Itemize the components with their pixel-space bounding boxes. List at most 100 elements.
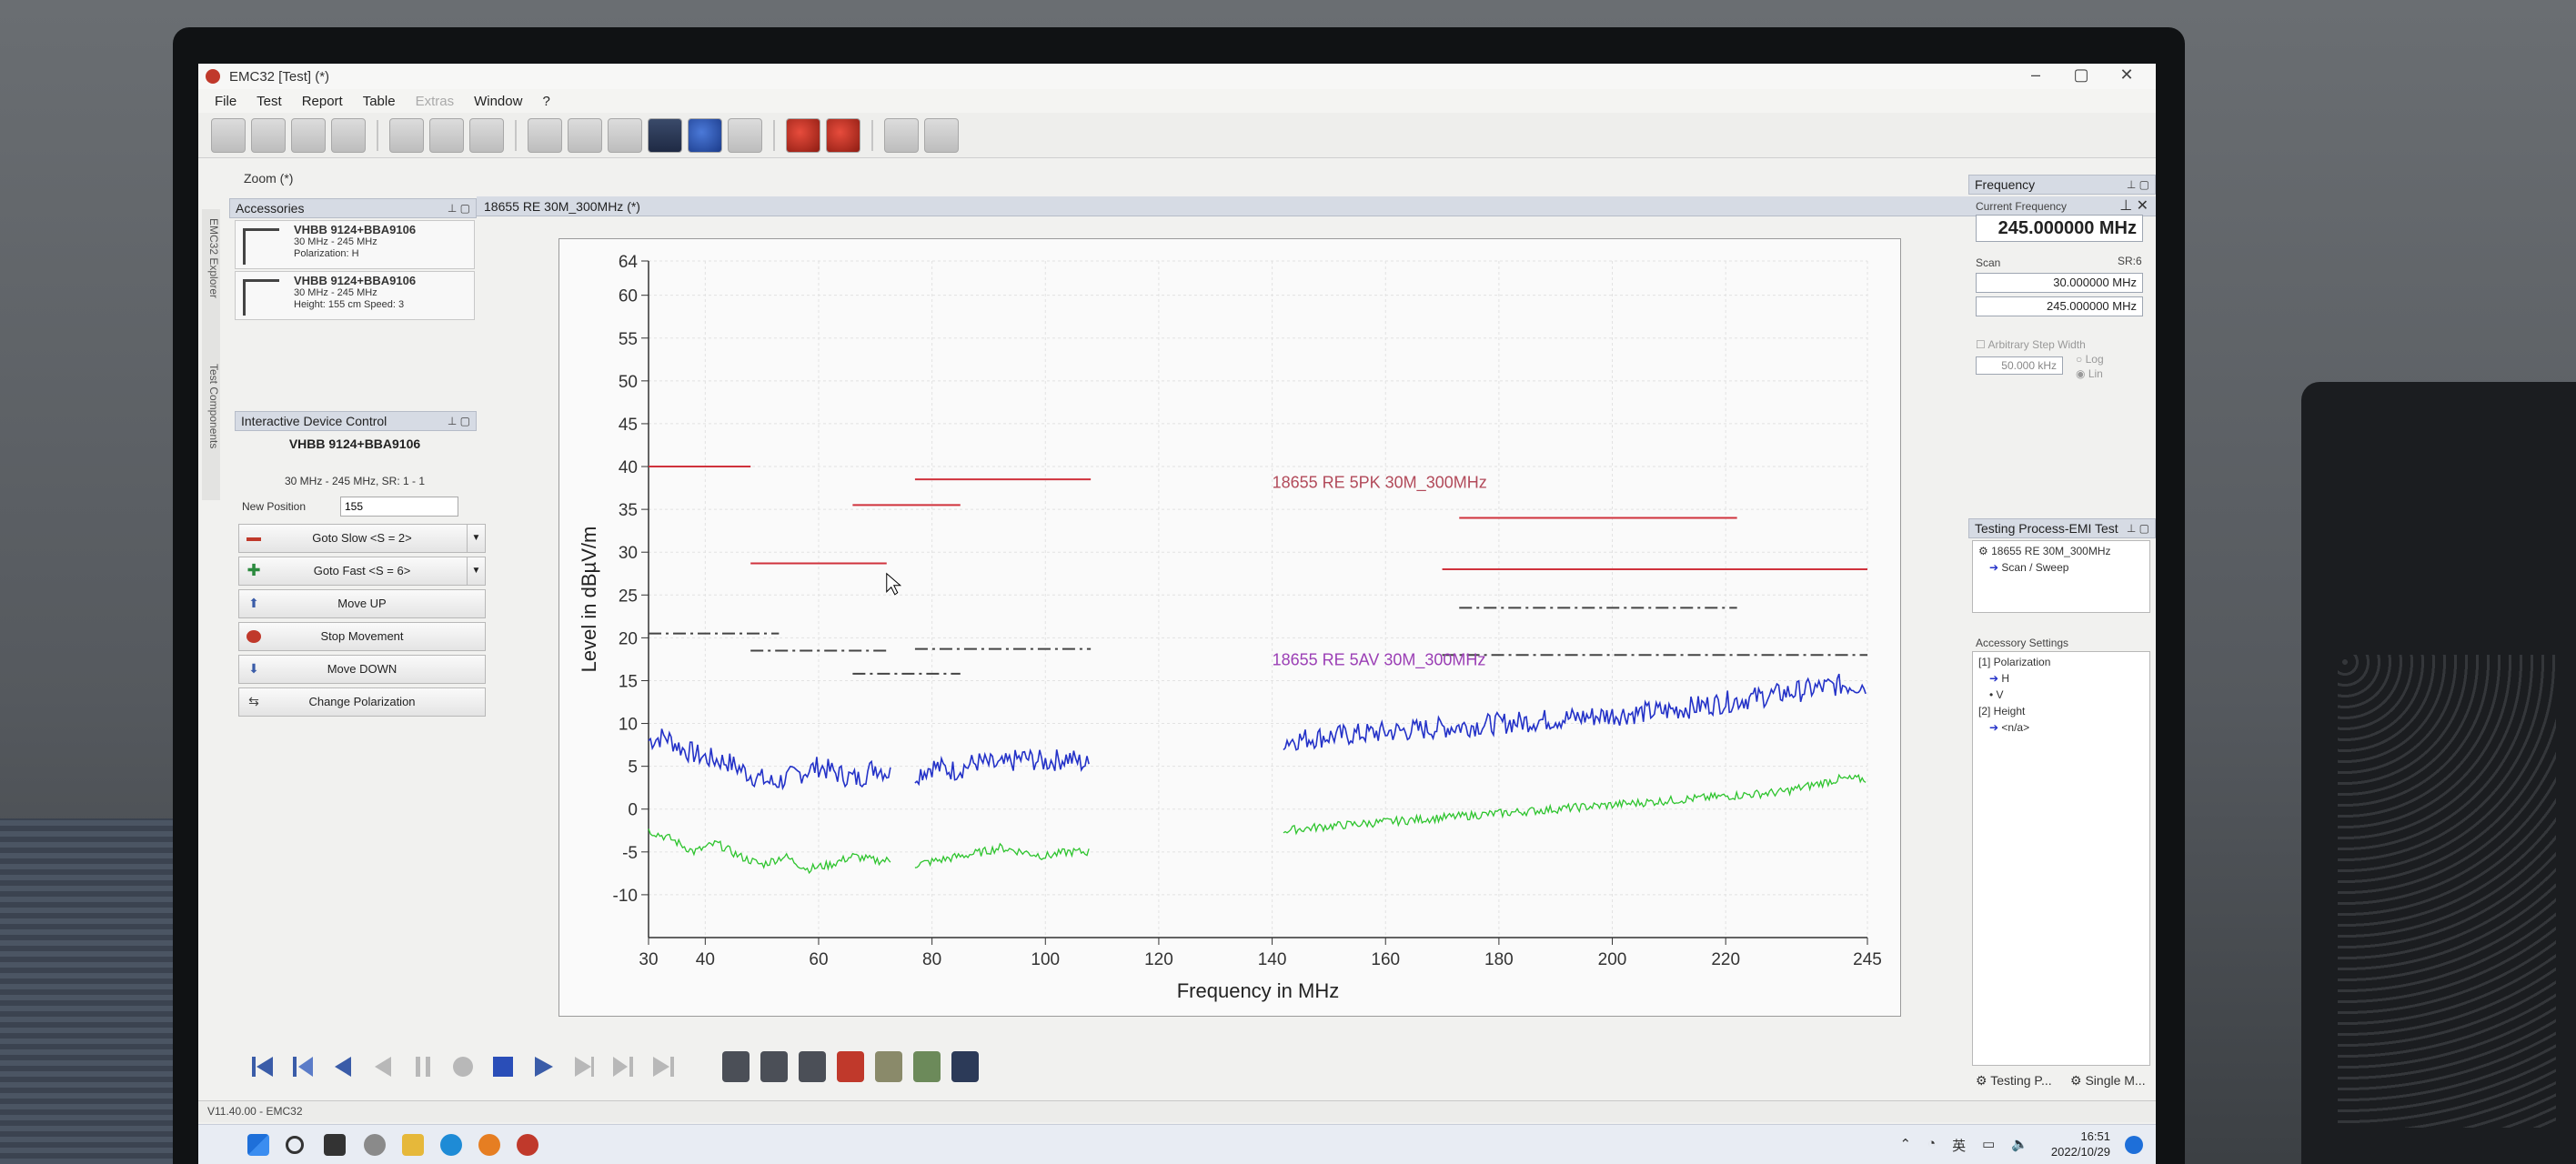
task-view-icon[interactable]: [324, 1134, 346, 1156]
refresh-icon[interactable]: [722, 1051, 750, 1082]
scan-start-field[interactable]: 30.000000 MHz: [1976, 273, 2143, 293]
h-label: H: [2001, 672, 2010, 685]
goto-fast-button[interactable]: ✚ Goto Fast <S = 6> ▼: [238, 557, 486, 586]
menu-extras[interactable]: Extras: [416, 94, 455, 109]
x-tick-label: 100: [1031, 950, 1060, 969]
display-icon[interactable]: ▭: [1982, 1136, 1995, 1155]
position-input[interactable]: 155: [340, 497, 458, 517]
tab-testing-process[interactable]: ⚙ Testing P...: [1976, 1073, 2052, 1089]
tools-icon[interactable]: [884, 117, 919, 153]
device-monitor-icon[interactable]: [648, 117, 682, 153]
pin-icon[interactable]: ⊥ ▢: [448, 199, 470, 217]
stop-movement-button[interactable]: Stop Movement: [238, 622, 486, 651]
widgets-icon[interactable]: [364, 1134, 386, 1156]
filter-icon[interactable]: [875, 1051, 902, 1082]
play-icon[interactable]: [529, 1053, 557, 1080]
close-icon[interactable]: ✕: [2108, 65, 2145, 85]
forward-disabled-icon[interactable]: [569, 1053, 597, 1080]
database-icon[interactable]: [528, 117, 562, 153]
info-database-icon[interactable]: [688, 117, 722, 153]
tab-single-measurement[interactable]: ⚙ Single M...: [2070, 1073, 2146, 1089]
add-filter-icon[interactable]: [913, 1051, 941, 1082]
pin-icon[interactable]: ⊥ ▢: [448, 412, 470, 430]
start-icon[interactable]: [247, 1134, 269, 1156]
print-icon[interactable]: [429, 117, 464, 153]
delete-icon[interactable]: [837, 1051, 864, 1082]
database-edit-icon[interactable]: [568, 117, 602, 153]
cycle-icon[interactable]: [760, 1051, 788, 1082]
step-forward-icon[interactable]: [609, 1053, 637, 1080]
record-icon[interactable]: [449, 1053, 477, 1080]
rewind-icon[interactable]: [329, 1053, 357, 1080]
tab-test-components[interactable]: Test Components: [202, 364, 220, 448]
menu-window[interactable]: Window: [474, 94, 522, 109]
tree-item-test[interactable]: ⚙ 18655 RE 30M_300MHz: [1978, 543, 2111, 559]
new-icon[interactable]: [211, 117, 246, 153]
graph-tab[interactable]: 18655 RE 30M_300MHz (*) ⊥ ✕: [477, 196, 2156, 216]
stop-icon[interactable]: [489, 1053, 517, 1080]
lin-radio[interactable]: ◉ Lin: [2076, 367, 2103, 380]
step-two-icon[interactable]: [826, 117, 860, 153]
maximize-icon[interactable]: ▢: [2063, 65, 2099, 85]
monitor-icon[interactable]: [951, 1051, 979, 1082]
ime-indicator[interactable]: 英: [1952, 1136, 1966, 1155]
chevron-down-icon[interactable]: ▼: [467, 557, 485, 585]
menu-report[interactable]: Report: [302, 94, 343, 109]
chevron-down-icon[interactable]: ▼: [467, 525, 485, 552]
step-one-icon[interactable]: [786, 117, 820, 153]
clock[interactable]: 16:51 2022/10/29: [2051, 1129, 2110, 1159]
move-up-button[interactable]: ⬆ Move UP: [238, 589, 486, 618]
search-icon[interactable]: [286, 1136, 304, 1154]
accessory-item[interactable]: VHBB 9124+BBA9106 30 MHz - 245 MHz Polar…: [235, 220, 475, 269]
scan-stop-field[interactable]: 245.000000 MHz: [1976, 296, 2143, 316]
volume-icon[interactable]: 🔈: [2011, 1136, 2028, 1155]
database-list-icon[interactable]: [608, 117, 642, 153]
step-width-field[interactable]: 50.000 kHz: [1976, 356, 2063, 375]
idc-header: Interactive Device Control ⊥ ▢: [235, 411, 477, 431]
arbitrary-step-checkbox[interactable]: ☐ Arbitrary Step Width: [1976, 338, 2086, 351]
file-explorer-icon[interactable]: [402, 1134, 424, 1156]
goto-slow-button[interactable]: Goto Slow <S = 2> ▼: [238, 524, 486, 553]
tree-v[interactable]: • V: [1989, 687, 2004, 703]
emc32-task-icon[interactable]: [517, 1134, 538, 1156]
tree-h[interactable]: ➔ H: [1989, 670, 2009, 687]
notification-icon[interactable]: [2125, 1136, 2143, 1154]
pin-icon[interactable]: ⊥ ▢: [2127, 519, 2149, 537]
accessory-item[interactable]: VHBB 9124+BBA9106 30 MHz - 245 MHz Heigh…: [235, 271, 475, 320]
menu-help[interactable]: ?: [542, 94, 549, 109]
minimize-icon[interactable]: –: [2018, 65, 2054, 85]
step-back-icon[interactable]: [289, 1053, 317, 1080]
image-icon[interactable]: [389, 117, 424, 153]
close-tab-icon[interactable]: ⊥ ✕: [2119, 196, 2148, 216]
change-polarization-button[interactable]: ⇆ Change Polarization: [238, 687, 486, 717]
list-icon[interactable]: [291, 117, 326, 153]
move-down-button[interactable]: ⬇ Move DOWN: [238, 655, 486, 684]
clipboard-icon[interactable]: [799, 1051, 826, 1082]
menu-table[interactable]: Table: [363, 94, 396, 109]
tree-na[interactable]: ➔ <n/a>: [1989, 719, 2029, 736]
x-tick-label: 245: [1853, 950, 1882, 969]
pause-icon[interactable]: [409, 1053, 437, 1080]
skip-last-icon[interactable]: [649, 1053, 677, 1080]
table-icon[interactable]: [331, 117, 366, 153]
plug-check-icon[interactable]: [924, 117, 959, 153]
graph-icon[interactable]: [251, 117, 286, 153]
measurement-tools: [722, 1051, 979, 1082]
network-icon[interactable]: ◔: [1927, 1136, 1936, 1155]
taskbar: ⌃ ◔ 英 ▭ 🔈 16:51 2022/10/29: [198, 1124, 2156, 1164]
menu-test[interactable]: Test: [257, 94, 282, 109]
chart-edit-icon[interactable]: [728, 117, 762, 153]
menu-file[interactable]: File: [215, 94, 236, 109]
browser-icon[interactable]: [478, 1134, 500, 1156]
edge-icon[interactable]: [440, 1134, 462, 1156]
tree-height[interactable]: [2] Height: [1978, 703, 2025, 719]
back-disabled-icon[interactable]: [369, 1053, 397, 1080]
pin-icon[interactable]: ⊥ ▢: [2127, 176, 2149, 194]
log-radio[interactable]: ○ Log: [2076, 353, 2104, 366]
tab-explorer[interactable]: EMC32 Explorer: [202, 218, 220, 298]
tree-polarization[interactable]: [1] Polarization: [1978, 654, 2050, 670]
skip-first-icon[interactable]: [249, 1053, 277, 1080]
tree-item-scan[interactable]: ➔ Scan / Sweep: [1989, 559, 2068, 576]
chevron-up-icon[interactable]: ⌃: [1899, 1136, 1911, 1155]
report-icon[interactable]: [469, 117, 504, 153]
